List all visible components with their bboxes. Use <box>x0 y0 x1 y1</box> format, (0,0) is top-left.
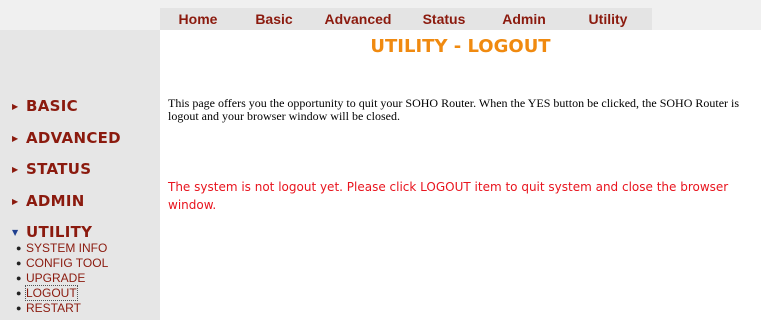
triangle-right-icon: ▶ <box>12 101 19 111</box>
bullet-icon: ● <box>16 287 22 298</box>
nav-basic[interactable]: Basic <box>236 8 312 30</box>
sidebar-item-advanced[interactable]: ▶ ADVANCED <box>12 129 121 147</box>
submenu-item-upgrade[interactable]: ● UPGRADE <box>16 270 108 285</box>
submenu-item-system-info[interactable]: ● SYSTEM INFO <box>16 240 108 255</box>
sidebar-item-label: BASIC <box>26 97 78 115</box>
nav-utility[interactable]: Utility <box>564 8 652 30</box>
submenu-label: SYSTEM INFO <box>26 240 108 255</box>
triangle-right-icon: ▶ <box>12 196 19 206</box>
nav-home[interactable]: Home <box>160 8 236 30</box>
sidebar: ▶ BASIC ▶ ADVANCED ▶ STATUS ▶ ADMIN ▼ UT… <box>0 30 160 320</box>
top-nav: Home Basic Advanced Status Admin Utility <box>160 8 652 30</box>
triangle-down-icon: ▼ <box>12 227 19 237</box>
submenu-label: CONFIG TOOL <box>26 255 109 270</box>
page-title: UTILITY - LOGOUT <box>370 36 551 57</box>
submenu-item-logout[interactable]: ● LOGOUT <box>16 284 108 301</box>
nav-status[interactable]: Status <box>404 8 484 30</box>
sidebar-item-label: ADVANCED <box>26 129 121 147</box>
sidebar-item-basic[interactable]: ▶ BASIC <box>12 97 78 115</box>
sidebar-item-label: ADMIN <box>26 192 85 210</box>
submenu-label: LOGOUT <box>25 284 78 301</box>
submenu-label: UPGRADE <box>26 270 86 285</box>
triangle-right-icon: ▶ <box>12 164 19 174</box>
submenu-item-config-tool[interactable]: ● CONFIG TOOL <box>16 255 108 270</box>
nav-advanced[interactable]: Advanced <box>312 8 404 30</box>
submenu-item-restart[interactable]: ● RESTART <box>16 300 108 315</box>
sidebar-item-utility[interactable]: ▼ UTILITY <box>12 223 92 241</box>
nav-admin[interactable]: Admin <box>484 8 564 30</box>
bullet-icon: ● <box>16 302 22 313</box>
logout-status-message: The system is not logout yet. Please cli… <box>168 180 729 212</box>
bullet-icon: ● <box>16 242 22 253</box>
bullet-icon: ● <box>16 272 22 283</box>
sidebar-item-status[interactable]: ▶ STATUS <box>12 160 91 178</box>
triangle-right-icon: ▶ <box>12 133 19 143</box>
page-description: This page offers you the opportunity to … <box>168 96 740 123</box>
utility-submenu: ● SYSTEM INFO ● CONFIG TOOL ● UPGRADE ● … <box>16 240 108 315</box>
sidebar-item-label: UTILITY <box>26 223 93 241</box>
top-bar: Home Basic Advanced Status Admin Utility <box>0 0 761 30</box>
submenu-label: RESTART <box>26 300 81 315</box>
sidebar-item-label: STATUS <box>26 160 92 178</box>
sidebar-item-admin[interactable]: ▶ ADMIN <box>12 192 85 210</box>
bullet-icon: ● <box>16 257 22 268</box>
